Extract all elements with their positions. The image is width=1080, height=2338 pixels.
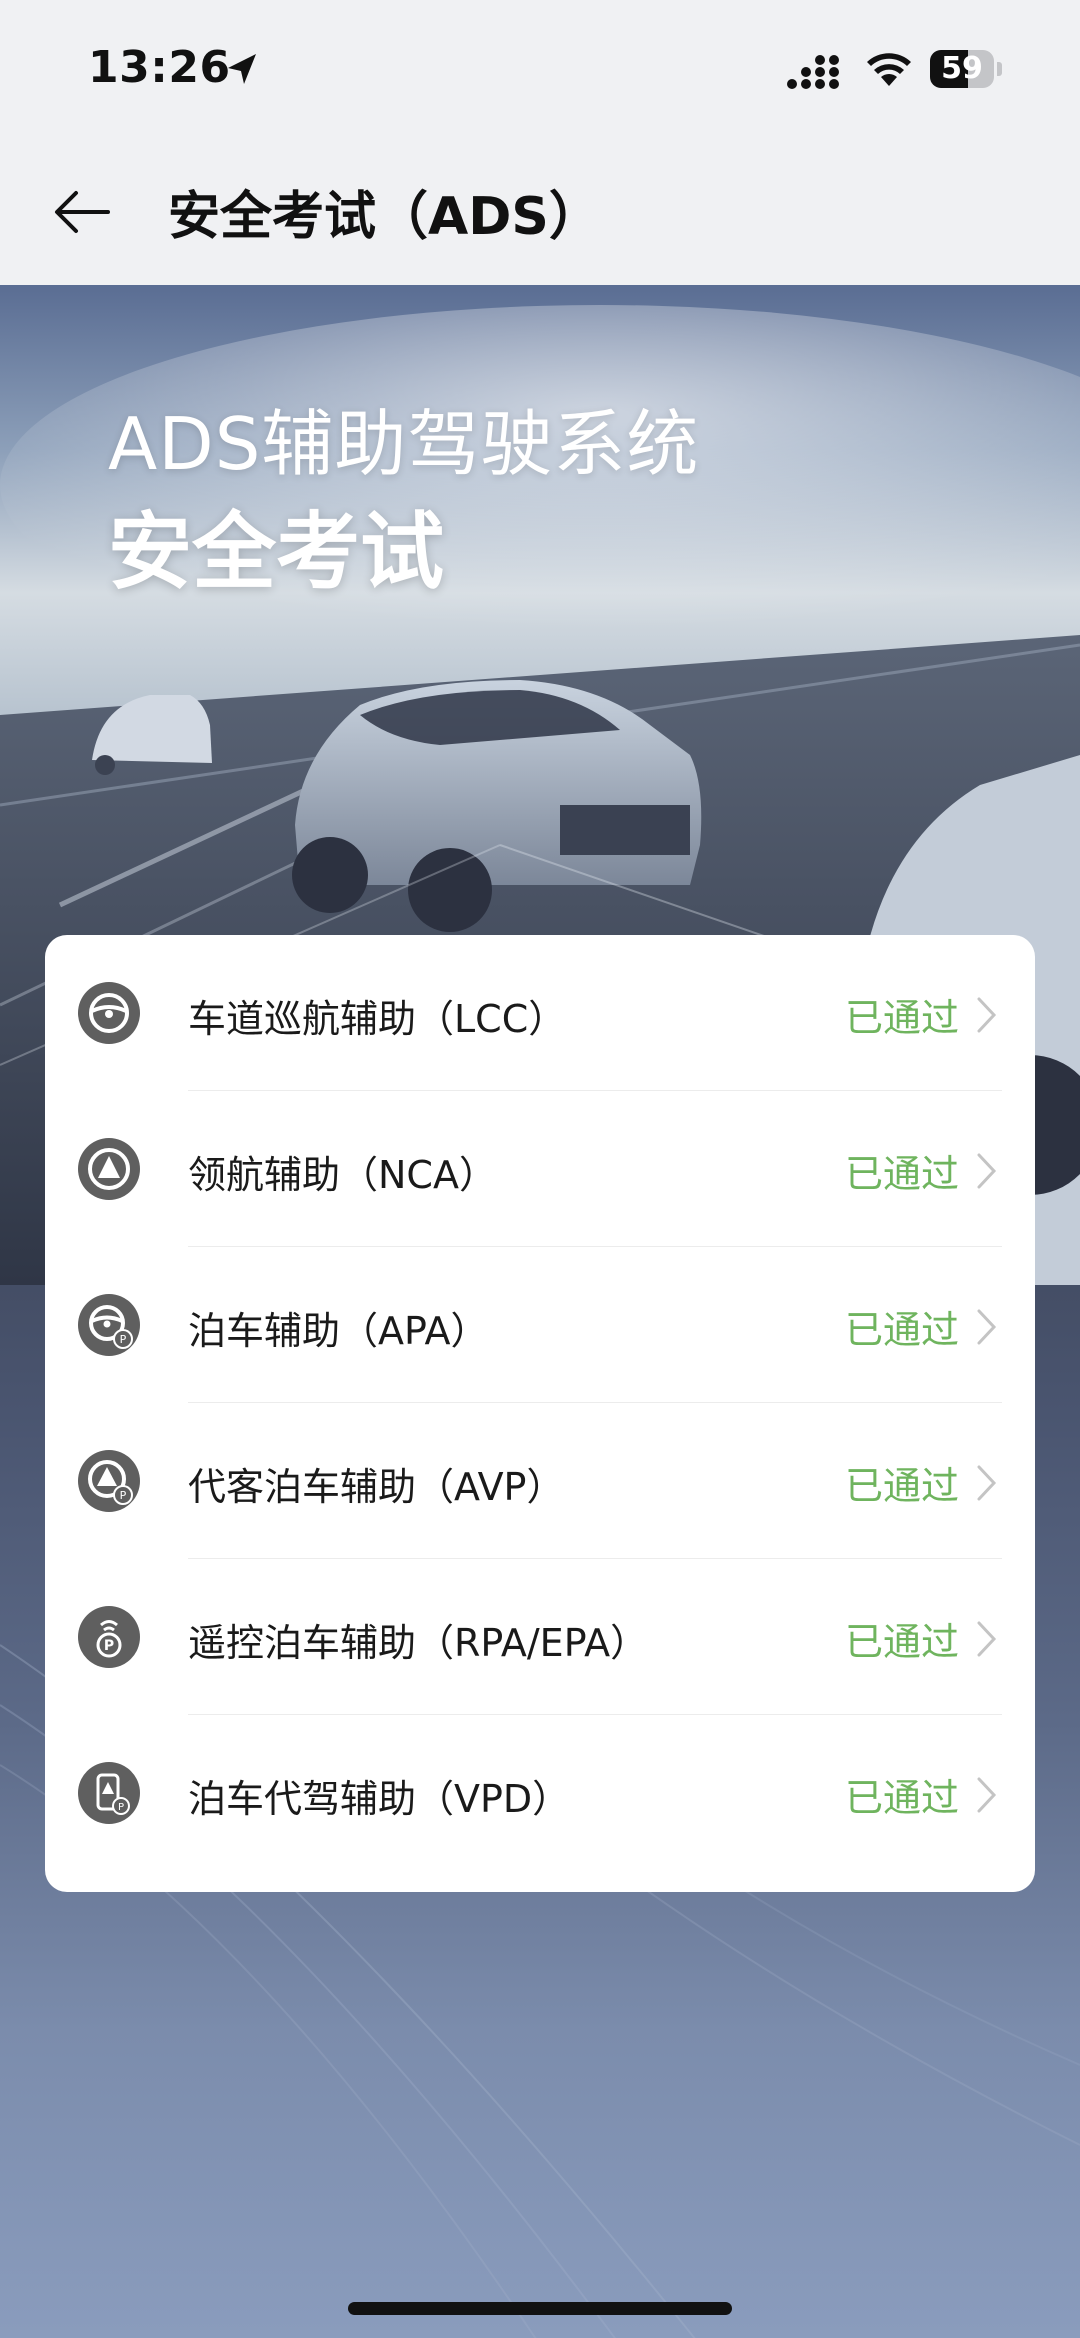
exam-item-label: 代客泊车辅助（AVP） [188,1465,565,1509]
svg-text:P: P [104,1638,114,1654]
hero-title-line1: ADS辅助驾驶系统 [108,402,700,486]
status-badge: 已通过 [844,1776,959,1820]
hero-title-line2: 安全考试 [108,503,445,601]
chevron-right-icon [977,997,997,1033]
status-badge: 已通过 [844,1464,959,1508]
chevron-right-icon [977,1621,997,1657]
exam-list-card: 车道巡航辅助（LCC） 已通过 领航辅助（NCA） 已通过 P 泊车辅助（APA… [45,935,1035,1892]
phone-parking-icon: P [78,1762,140,1824]
home-indicator[interactable] [348,2302,732,2315]
battery-level: 59 [941,51,983,86]
status-badge: 已通过 [844,1308,959,1352]
chevron-right-icon [977,1309,997,1345]
status-bar: 13:26 59 [0,0,1080,140]
status-badge: 已通过 [844,1152,959,1196]
battery-body: 59 [930,50,994,88]
chevron-right-icon [977,1777,997,1813]
chevron-right-icon [977,1153,997,1189]
exam-item-avp[interactable]: P 代客泊车辅助（AVP） 已通过 [45,1403,1035,1559]
exam-item-label: 泊车辅助（APA） [188,1309,489,1353]
navigation-parking-icon: P [78,1450,140,1512]
steering-wheel-icon [78,982,140,1044]
wifi-icon [867,53,911,86]
svg-text:P: P [120,1333,127,1346]
exam-item-nca[interactable]: 领航辅助（NCA） 已通过 [45,1091,1035,1247]
battery-icon: 59 [930,50,1002,88]
page-title: 安全考试（ADS） [168,187,601,247]
exam-item-label: 车道巡航辅助（LCC） [188,997,567,1041]
svg-text:P: P [120,1489,127,1502]
exam-item-lcc[interactable]: 车道巡航辅助（LCC） 已通过 [45,935,1035,1091]
location-arrow-icon [228,54,256,84]
status-time: 13:26 [88,42,231,93]
nav-bar: 安全考试（ADS） [0,140,1080,285]
back-arrow-icon[interactable] [50,180,114,244]
status-badge: 已通过 [844,996,959,1040]
exam-item-label: 领航辅助（NCA） [188,1153,497,1197]
signal-icon [787,55,839,89]
exam-item-label: 泊车代驾辅助（VPD） [188,1777,571,1821]
exam-item-label: 遥控泊车辅助（RPA/EPA） [188,1621,649,1665]
exam-item-apa[interactable]: P 泊车辅助（APA） 已通过 [45,1247,1035,1403]
svg-text:P: P [118,1802,124,1813]
remote-parking-icon: P [78,1606,140,1668]
chevron-right-icon [977,1465,997,1501]
status-badge: 已通过 [844,1620,959,1664]
battery-tip [997,62,1002,76]
navigation-triangle-icon [78,1138,140,1200]
steering-wheel-parking-icon: P [78,1294,140,1356]
exam-item-rpa-epa[interactable]: P 遥控泊车辅助（RPA/EPA） 已通过 [45,1559,1035,1715]
exam-item-vpd[interactable]: P 泊车代驾辅助（VPD） 已通过 [45,1715,1035,1871]
